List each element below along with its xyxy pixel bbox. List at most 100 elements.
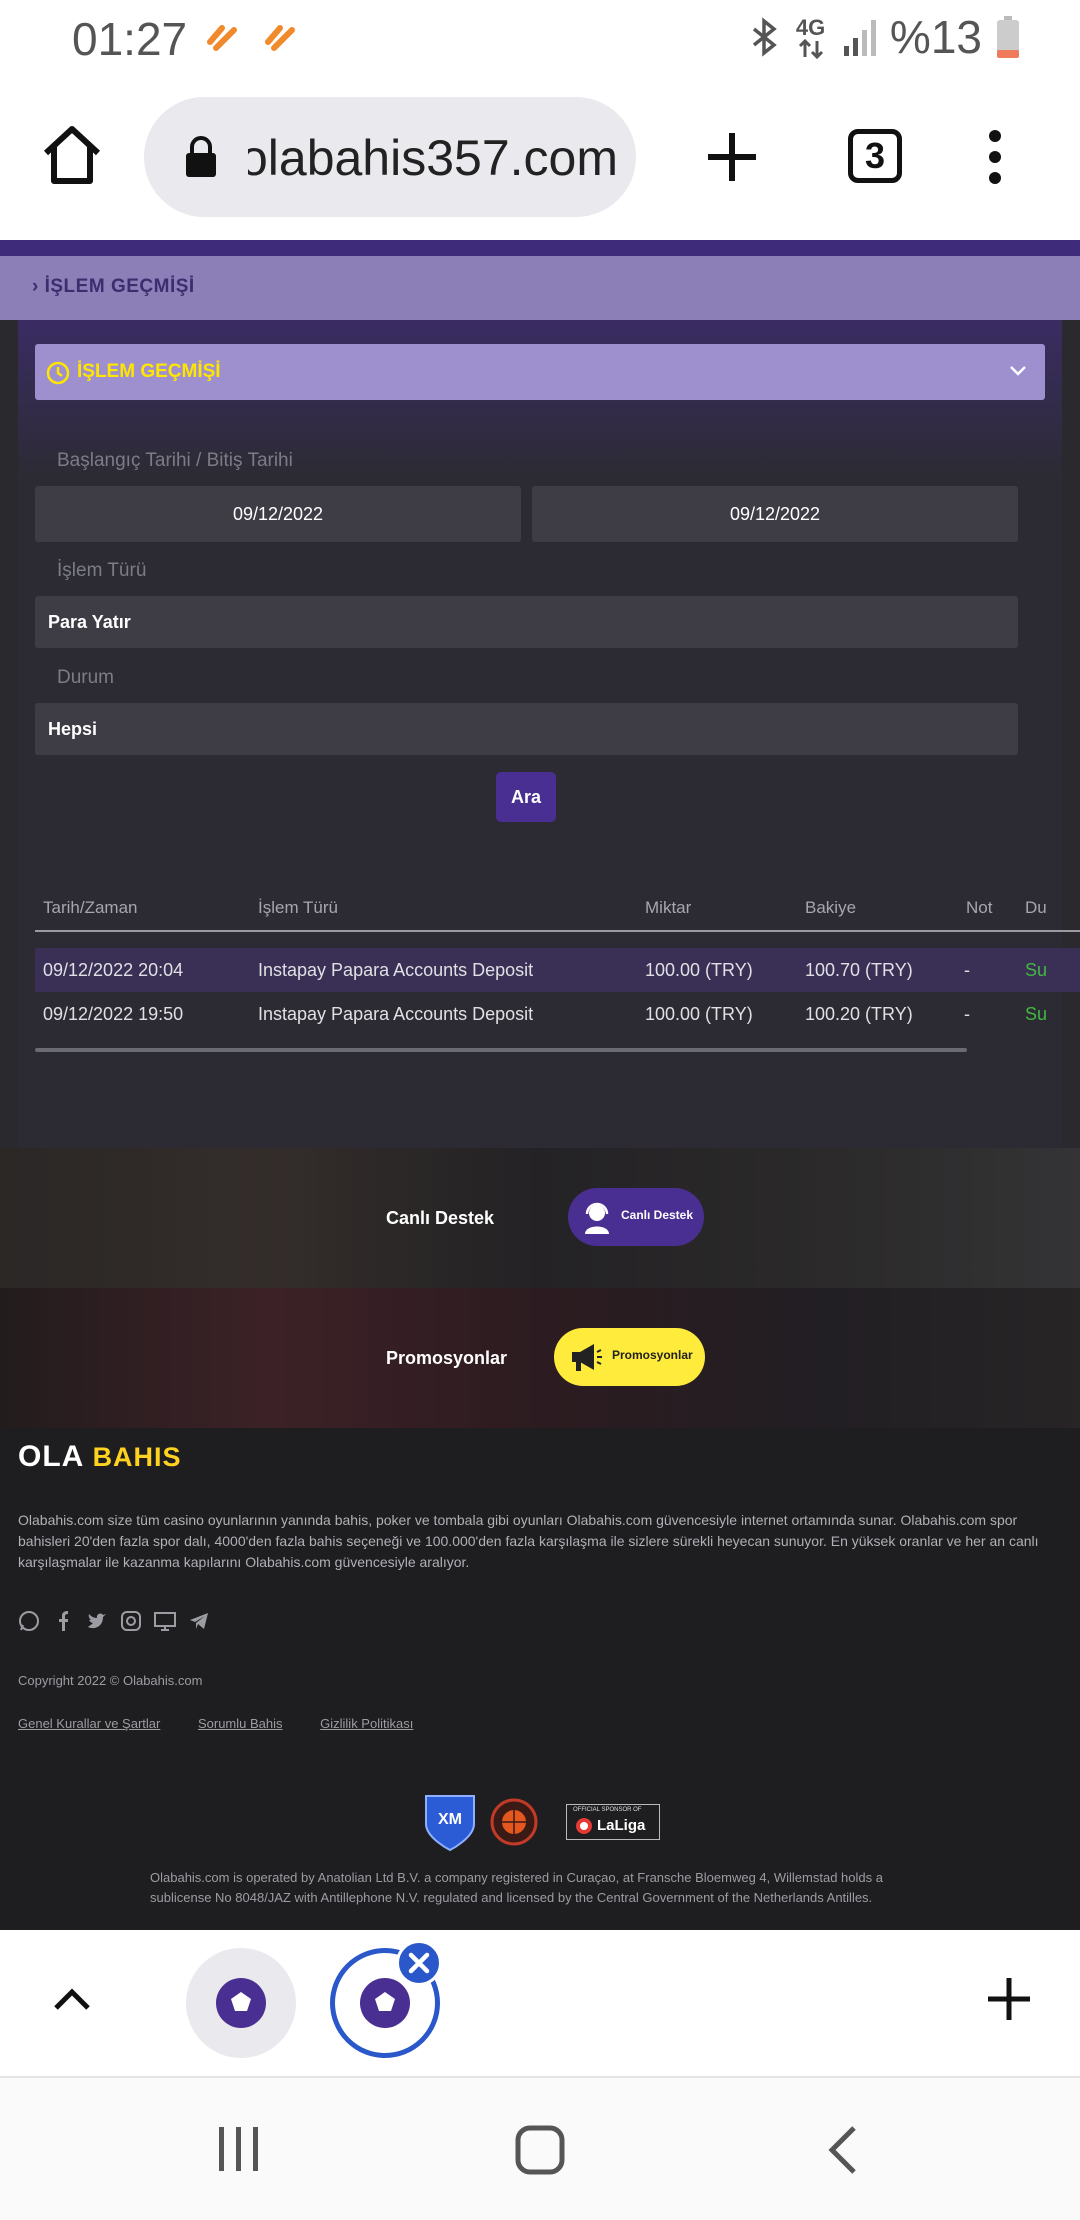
accordion-header[interactable]: İŞLEM GEÇMİŞİ: [35, 344, 1045, 400]
status-select[interactable]: Hepsi: [35, 703, 1018, 755]
promotions-button[interactable]: Promosyonlar: [554, 1328, 705, 1386]
column-header-status: Du: [1025, 898, 1047, 917]
row-date: 09/12/2022 20:04: [43, 960, 184, 980]
live-support-button[interactable]: Canlı Destek: [568, 1188, 704, 1246]
battery-icon: [997, 16, 1019, 58]
column-header-date: Tarih/Zaman: [43, 898, 138, 917]
network-type: 4G: [795, 15, 826, 40]
copyright: Copyright 2022 © Olabahis.com: [18, 1673, 203, 1688]
tab-thumbnail[interactable]: [186, 1948, 296, 2058]
megaphone-icon: [572, 1344, 602, 1371]
close-tab-button[interactable]: [396, 1940, 442, 1986]
search-button[interactable]: Ara: [496, 772, 556, 822]
promotions-button-label[interactable]: Promosyonlar: [612, 1348, 693, 1362]
status-icons: 4G %13: [750, 11, 1020, 63]
row-note: -: [964, 960, 970, 980]
table-row[interactable]: 09/12/2022 19:50 Instapay Papara Account…: [35, 992, 1080, 1036]
new-tab-icon[interactable]: [706, 131, 758, 183]
table-scrollbar[interactable]: [35, 1048, 967, 1052]
browser-tab-bar: [0, 1930, 1080, 2078]
column-header-type: İşlem Türü: [258, 898, 338, 917]
row-balance: 100.70 (TRY): [805, 960, 913, 980]
notification-icon: [265, 25, 295, 51]
link-responsible-betting[interactable]: Sorumlu Bahis: [198, 1716, 283, 1731]
end-date-field[interactable]: 09/12/2022: [532, 486, 1018, 542]
menu-icon[interactable]: [988, 129, 1002, 185]
twitter-icon[interactable]: [86, 1610, 108, 1632]
whatsapp-icon[interactable]: [18, 1610, 40, 1632]
header-divider: [35, 930, 1080, 932]
column-header-balance: Bakiye: [805, 898, 857, 917]
type-select[interactable]: Para Yatır: [35, 596, 1018, 648]
lock-icon[interactable]: [184, 135, 218, 179]
table-row[interactable]: 09/12/2022 20:04 Instapay Papara Account…: [35, 948, 1080, 992]
home-icon[interactable]: [40, 123, 104, 187]
footer-description: Olabahis.com size tüm casino oyunlarının…: [18, 1512, 1039, 1570]
type-label: İşlem Türü: [57, 560, 147, 581]
telegram-icon[interactable]: [188, 1610, 210, 1632]
status-label: Durum: [57, 667, 115, 688]
web-page: › İŞLEM GEÇMİŞİ İŞLEM GEÇMİŞİ Başlangıç …: [0, 240, 1080, 1930]
promotions-label: Promosyonlar: [386, 1348, 508, 1368]
notification-icon: [207, 25, 237, 51]
column-header-note: Not: [966, 898, 993, 917]
site-favicon: [360, 1978, 410, 2028]
svg-text:XM: XM: [438, 1811, 462, 1828]
laliga-badge: OFFICIAL SPONSOR OF LaLiga: [566, 1804, 660, 1840]
promotions-banner: Promosyonlar Promosyonlar: [0, 1288, 1080, 1428]
row-type: Instapay Papara Accounts Deposit: [258, 1004, 534, 1024]
column-header-amount: Miktar: [645, 898, 692, 917]
address-bar[interactable]: olabahis357.com: [144, 97, 636, 217]
status-time: 01:27: [72, 13, 188, 65]
back-icon[interactable]: [826, 2124, 860, 2176]
xm-badge-icon: XM: [425, 1795, 475, 1852]
signal-icon: [843, 20, 876, 56]
row-date: 09/12/2022 19:50: [43, 1004, 184, 1024]
system-nav-bar: [0, 2078, 1080, 2220]
row-status: Su: [1025, 960, 1048, 980]
breadcrumb-bar: › İŞLEM GEÇMİŞİ: [0, 256, 1080, 320]
row-note: -: [964, 1004, 970, 1024]
chevron-down-icon[interactable]: [1009, 364, 1027, 378]
start-date-field[interactable]: 09/12/2022: [35, 486, 521, 542]
basketball-badge-icon: [490, 1798, 538, 1846]
laliga-caption: OFFICIAL SPONSOR OF: [573, 1807, 642, 1813]
bluetooth-icon: [752, 17, 777, 57]
instagram-icon[interactable]: [120, 1610, 142, 1632]
olabahis-logo[interactable]: OLA BAHIS: [18, 1440, 182, 1474]
breadcrumb[interactable]: › İŞLEM GEÇMİŞİ: [32, 276, 195, 298]
battery-percent: %13: [889, 11, 982, 63]
date-range-label: Başlangıç Tarihi / Bitiş Tarihi: [57, 450, 293, 471]
row-type: Instapay Papara Accounts Deposit: [258, 960, 534, 980]
browser-toolbar: olabahis357.com 3: [0, 75, 1080, 240]
accordion-title: İŞLEM GEÇMİŞİ: [77, 361, 221, 382]
breadcrumb-label[interactable]: İŞLEM GEÇMİŞİ: [45, 276, 195, 297]
tabs-button[interactable]: 3: [848, 129, 902, 183]
close-icon[interactable]: [399, 1943, 439, 1983]
desktop-icon[interactable]: [154, 1610, 176, 1632]
facebook-icon[interactable]: [52, 1610, 74, 1632]
live-support-button-label[interactable]: Canlı Destek: [621, 1208, 693, 1222]
row-amount: 100.00 (TRY): [645, 1004, 753, 1024]
laliga-logo-icon: [576, 1818, 592, 1834]
link-general-rules[interactable]: Genel Kurallar ve Şartlar: [18, 1716, 160, 1731]
support-banner: Canlı Destek Canlı Destek: [0, 1148, 1080, 1288]
top-strip: [0, 240, 1080, 256]
link-privacy-policy[interactable]: Gizlilik Politikası: [320, 1716, 413, 1731]
footer-links: Genel Kurallar ve Şartlar Sorumlu Bahis …: [18, 1716, 447, 1731]
row-balance: 100.20 (TRY): [805, 1004, 913, 1024]
transactions-table: Tarih/Zaman İşlem Türü Miktar Bakiye Not…: [35, 880, 1080, 1050]
add-tab-icon[interactable]: [984, 1974, 1034, 2024]
chevron-up-icon[interactable]: [52, 1986, 92, 2012]
laliga-text: LaLiga: [597, 1817, 646, 1834]
4g-data-icon: 4G: [794, 15, 828, 59]
headset-icon: [585, 1202, 609, 1234]
home-nav-icon[interactable]: [514, 2124, 566, 2176]
status-bar: 01:27 4G %13: [0, 0, 1080, 75]
footer: OLA BAHIS Olabahis.com size tüm casino o…: [0, 1428, 1080, 1930]
legal-text: Olabahis.com is operated by Anatolian Lt…: [150, 1870, 883, 1905]
url-text[interactable]: olabahis357.com: [248, 129, 618, 187]
row-amount: 100.00 (TRY): [645, 960, 753, 980]
social-links: [18, 1610, 210, 1632]
recent-apps-icon[interactable]: [216, 2124, 262, 2174]
